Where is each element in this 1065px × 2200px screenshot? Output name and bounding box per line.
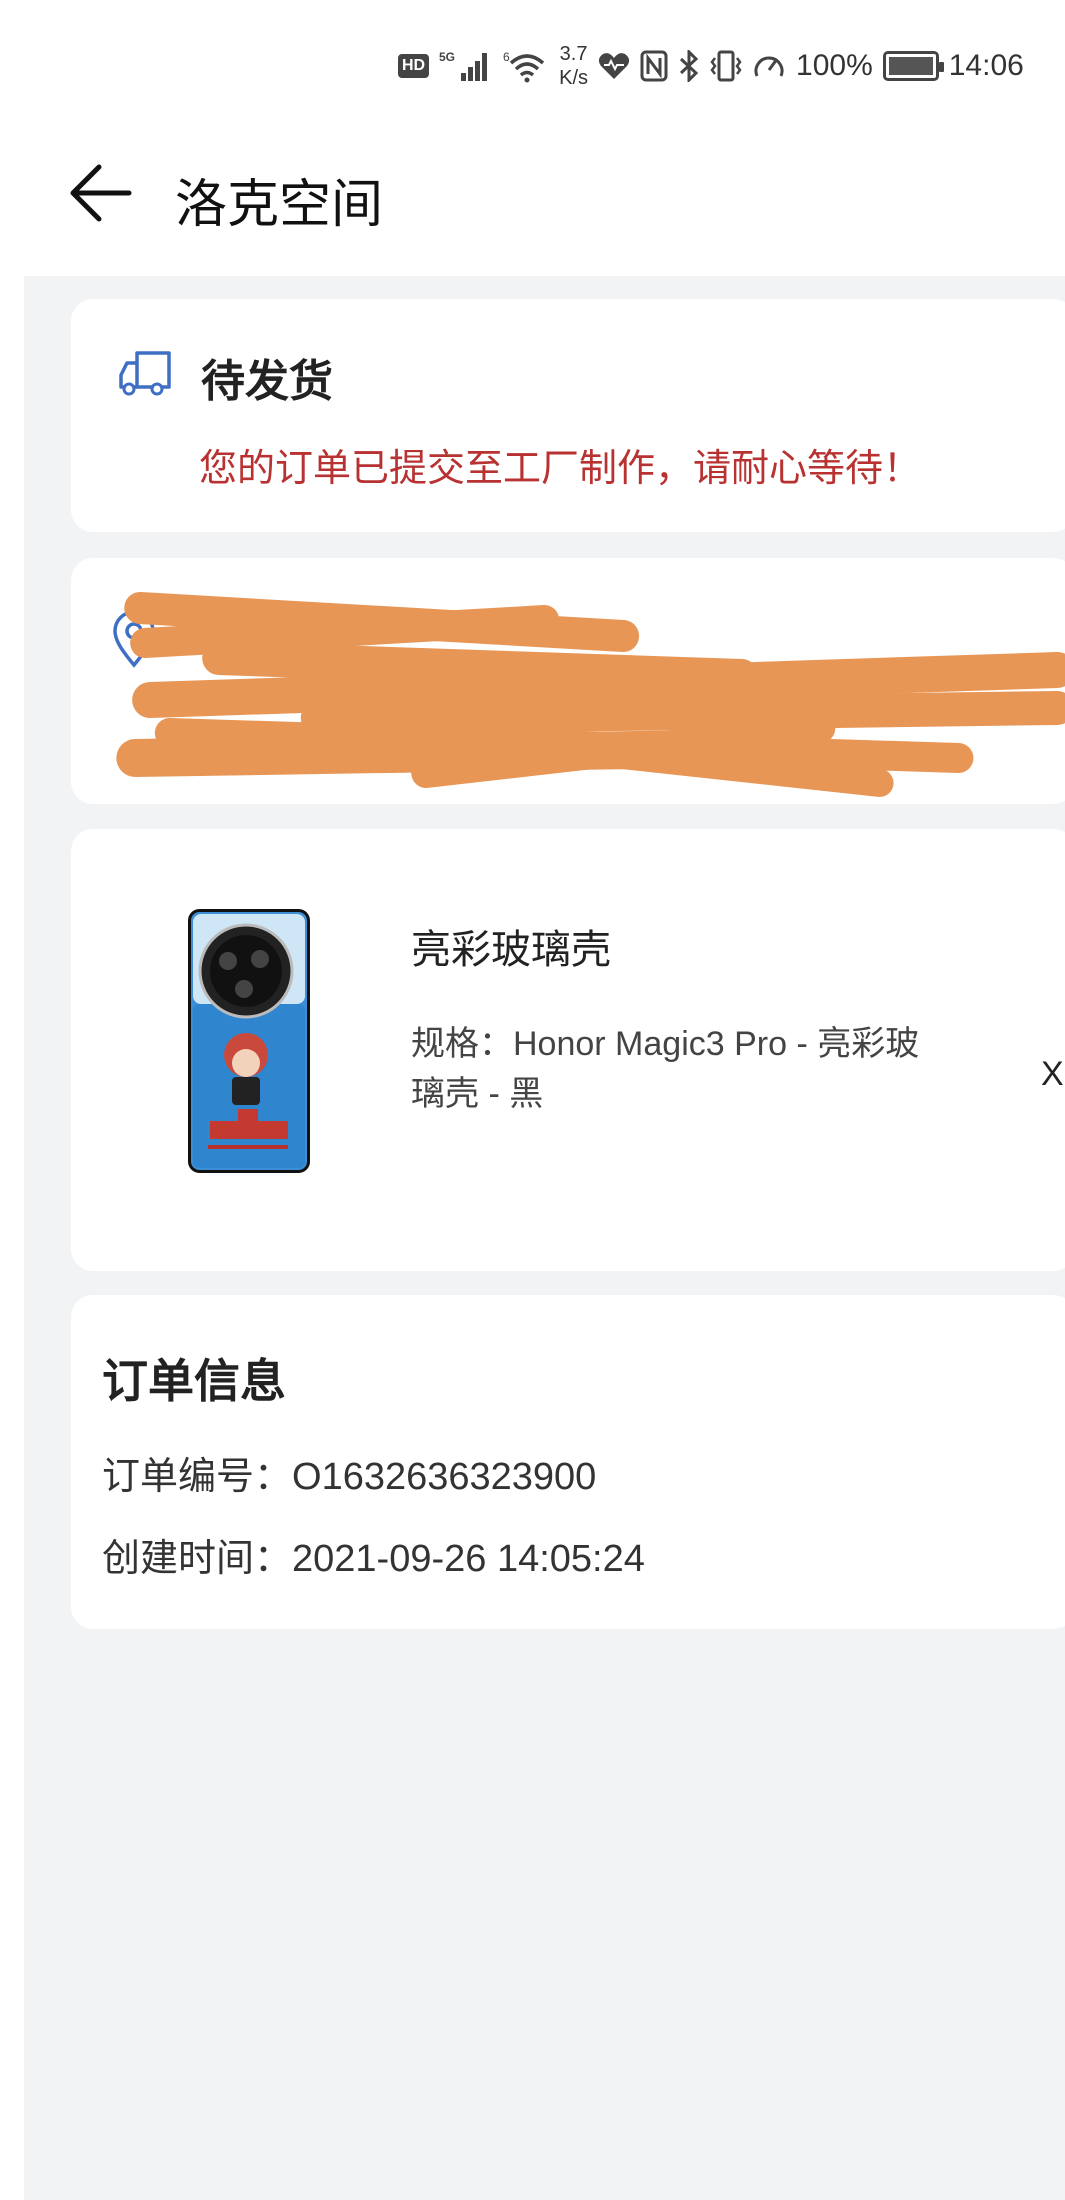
app-header: 洛克空间	[0, 150, 1065, 240]
location-pin-icon	[113, 610, 155, 668]
content-area: 待发货 您的订单已提交至工厂制作，请耐心等待！ 亮彩玻璃壳 规格：Honor M…	[24, 276, 1065, 2200]
created-time-label: 创建时间：	[102, 1536, 293, 1580]
vibrate-icon	[710, 50, 742, 82]
created-time-value: 2021-09-26 14:05:24	[292, 1538, 645, 1580]
hd-icon: HD	[398, 54, 430, 78]
order-status-message: 您的订单已提交至工厂制作，请耐心等待！	[199, 446, 922, 490]
product-image	[188, 909, 310, 1173]
order-detail-screen: HD 5G 6 3.7 K/s 100% 14:06 洛克空间 待发货 您的订单…	[0, 0, 1065, 2200]
wifi-icon: 6	[503, 49, 549, 83]
arrow-left-icon	[70, 164, 132, 222]
order-info-title: 订单信息	[102, 1354, 286, 1408]
order-info-card: 订单信息 订单编号：O1632636323900 创建时间：2021-09-26…	[71, 1295, 1065, 1629]
product-quantity: X1	[1041, 1055, 1065, 1093]
address-redaction-scribble	[116, 592, 1065, 797]
bluetooth-icon	[678, 50, 700, 82]
product-name: 亮彩玻璃壳	[411, 927, 611, 973]
battery-icon	[882, 51, 944, 81]
order-status-title: 待发货	[201, 356, 333, 407]
signal-icon: 5G	[439, 49, 493, 83]
shipping-address-card[interactable]	[71, 558, 1065, 804]
network-type-label: 5G	[439, 50, 455, 64]
heart-icon	[598, 51, 630, 81]
wifi-generation-label: 6	[503, 50, 510, 64]
product-card[interactable]: 亮彩玻璃壳 规格：Honor Magic3 Pro - 亮彩玻璃壳 - 黑 X1	[71, 829, 1065, 1271]
network-speed: 3.7 K/s	[559, 42, 588, 90]
back-button[interactable]	[66, 158, 136, 228]
nfc-icon	[640, 50, 668, 82]
speed-value: 3.7	[559, 43, 588, 65]
clock: 14:06	[948, 49, 1024, 82]
speedometer-icon	[752, 50, 786, 82]
battery-percent: 100%	[796, 49, 873, 82]
status-bar: HD 5G 6 3.7 K/s 100% 14:06	[398, 36, 1065, 96]
created-time-row: 创建时间：2021-09-26 14:05:24	[102, 1527, 645, 1582]
order-number-label: 订单编号：	[102, 1454, 293, 1498]
order-number-value[interactable]: O1632636323900	[292, 1456, 596, 1498]
speed-unit: K/s	[559, 67, 589, 89]
product-spec: 规格：Honor Magic3 Pro - 亮彩玻璃壳 - 黑	[411, 1025, 920, 1113]
order-number-row: 订单编号：O1632636323900	[102, 1445, 596, 1500]
page-title: 洛克空间	[175, 175, 384, 235]
truck-icon	[119, 351, 171, 396]
order-status-card: 待发货 您的订单已提交至工厂制作，请耐心等待！	[71, 299, 1065, 532]
